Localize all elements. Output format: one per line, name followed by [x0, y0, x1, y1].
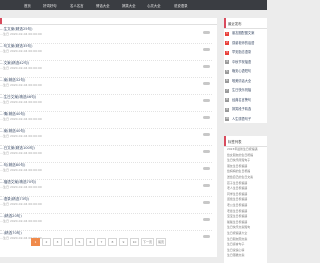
article-meta: …生日 2020-02-04 00:00:00: [0, 134, 42, 138]
page-2[interactable]: 2: [42, 238, 51, 246]
comment-badge: [203, 167, 210, 171]
rank-badge: 6: [225, 79, 229, 84]
comment-badge: [203, 48, 210, 52]
page-4[interactable]: 4: [64, 238, 73, 246]
nav-item-quotes[interactable]: 名人名言: [70, 3, 84, 8]
rank-badge: 3: [225, 50, 229, 55]
article-meta: …生日 2020-02-04 00:00:00: [0, 32, 42, 36]
comment-badge: [203, 99, 210, 103]
sidebar-recent-item[interactable]: 10 人生感悟句子: [224, 115, 267, 125]
next-page-button[interactable]: 下一页: [141, 238, 155, 246]
comment-badge: [203, 201, 210, 205]
page-9[interactable]: 9: [119, 238, 128, 246]
rank-badge: 1: [225, 31, 229, 36]
rank-badge: 8: [225, 98, 229, 103]
page-7[interactable]: 7: [97, 238, 106, 246]
sidebar-recent-item[interactable]: 1 朋友圈配图文案: [224, 29, 267, 39]
sidebar-recent-item[interactable]: 4 中秋节祝福语: [224, 58, 267, 68]
article-meta: …生日 2020-02-04 00:00:00: [0, 100, 42, 104]
article-meta: …生日 2020-02-04 00:00:00: [0, 117, 42, 121]
rank-badge: 10: [225, 117, 229, 122]
sidebar-recent-item[interactable]: 2 感谢老师的话语: [224, 39, 267, 49]
sidebar-tag-item[interactable]: 生日蛋糕文案: [224, 253, 267, 259]
sidebar-tags-title: 标签列表: [228, 140, 242, 144]
sidebar-recent-item[interactable]: 8 经典名言警句: [224, 96, 267, 106]
rank-badge: 2: [225, 41, 229, 46]
sidebar-tags: 标签列表 2023年最新生日祝福语 给女朋友的生日祝福 生日快乐简短句子 朋友生…: [224, 136, 267, 263]
sidebar-tags-header: 标签列表: [224, 136, 267, 147]
comment-badge: [203, 150, 210, 154]
sidebar-recent-item[interactable]: 6 唯美情话大全: [224, 77, 267, 87]
last-page-button[interactable]: 尾页: [156, 238, 167, 246]
comment-badge: [203, 82, 210, 86]
page-8[interactable]: 8: [108, 238, 117, 246]
sidebar-recent-title: 最近发布: [228, 22, 242, 26]
comment-badge: [203, 65, 210, 69]
article-meta: …生日 2020-02-04 00:00:00: [0, 219, 42, 223]
comment-badge: [203, 31, 210, 35]
sidebar-recent-item[interactable]: 9 搞笑段子精选: [224, 105, 267, 115]
sidebar-recent-item[interactable]: 7 生日快乐祝福: [224, 86, 267, 96]
article-meta: …生日 2020-02-04 00:00:00: [0, 202, 42, 206]
comment-badge: [203, 184, 210, 188]
page-5[interactable]: 5: [75, 238, 84, 246]
sidebar-accent: [224, 18, 226, 28]
nav-item-love[interactable]: 情话大全: [96, 3, 110, 8]
comment-badge: [203, 116, 210, 120]
comment-badge: [203, 133, 210, 137]
page-10[interactable]: 10: [130, 238, 139, 246]
panel-accent: [0, 18, 2, 24]
article-meta: …生日 2020-02-04 00:00:00: [0, 168, 42, 172]
sidebar-recent-item[interactable]: 5 晚安心语短句: [224, 67, 267, 77]
article-meta: …生日 2020-02-04 00:00:00: [0, 83, 42, 87]
article-meta: …生日 2020-02-04 00:00:00: [0, 66, 42, 70]
pagination: 1 2 3 4 5 6 7 8 9 10 下一页 尾页: [31, 238, 167, 246]
page-3[interactable]: 3: [53, 238, 62, 246]
nav-item-good-words[interactable]: 好词好句: [43, 3, 57, 8]
article-meta: …生日 2020-02-04 00:00:00: [0, 185, 42, 189]
nav-item-home[interactable]: 首页: [24, 3, 31, 8]
nav-item-talk[interactable]: 说说语录: [174, 3, 188, 8]
rank-badge: 7: [225, 88, 229, 93]
comment-badge: [203, 235, 210, 239]
page-1[interactable]: 1: [31, 238, 40, 246]
nav-item-funny[interactable]: 搞笑大全: [122, 3, 136, 8]
sidebar-recent-header: 最近发布: [224, 18, 267, 29]
rank-badge: 5: [225, 69, 229, 74]
article-meta: …生日 2020-02-04 00:00:00: [0, 151, 42, 155]
sidebar-accent: [224, 136, 226, 146]
sidebar-recent-item[interactable]: 3 早安励志语录: [224, 48, 267, 58]
rank-badge: 9: [225, 107, 229, 112]
article-meta: …生日 2020-02-04 00:00:00: [0, 49, 42, 53]
article-list-panel: …生文案(精选25句) …生日 2020-02-04 00:00:00 …句文案…: [0, 18, 217, 257]
comment-badge: [203, 218, 210, 222]
panel-header: [0, 18, 217, 25]
sidebar-recent: 最近发布 1 朋友圈配图文案 2 感谢老师的话语 3 早安励志语录 4 中秋节祝福语 5…: [224, 18, 267, 123]
rank-badge: 4: [225, 60, 229, 65]
page-6[interactable]: 6: [86, 238, 95, 246]
nav-item-soul[interactable]: 心灵大全: [147, 3, 161, 8]
